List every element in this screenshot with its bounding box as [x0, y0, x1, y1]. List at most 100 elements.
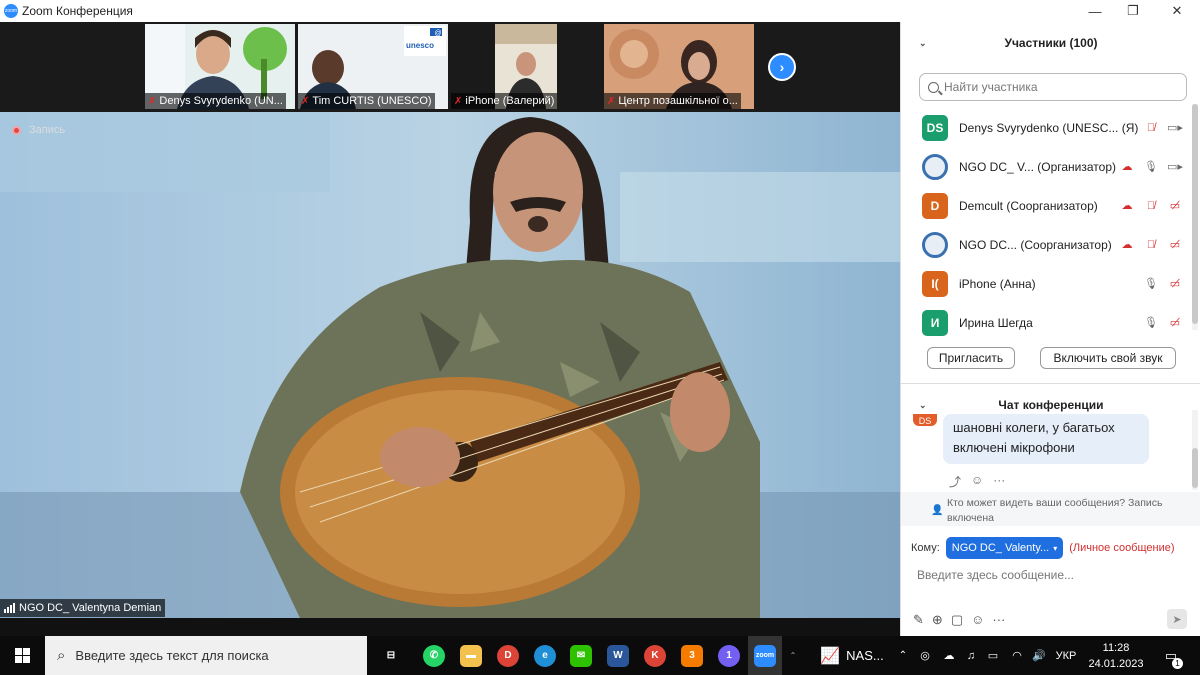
more-icon[interactable]: ···	[992, 612, 1005, 628]
task-view-icon[interactable]: ⊟	[378, 636, 404, 675]
start-button[interactable]	[0, 636, 45, 675]
chat-message: шановні колеги, у багатьох включені мікр…	[943, 414, 1149, 464]
mic-muted-icon[interactable]: 🎙̸	[1143, 238, 1159, 252]
avatar: D	[922, 192, 948, 219]
chat-message-input[interactable]: Введите здесь сообщение...	[917, 568, 1074, 582]
zoom-taskbar-icon[interactable]: zoom	[748, 636, 782, 675]
more-icon[interactable]: ···	[993, 473, 1005, 490]
avatar: I(	[922, 270, 948, 297]
participant-name: Demcult (Соорганизатор)	[959, 198, 1098, 213]
send-icon[interactable]: ➤	[1167, 609, 1187, 629]
maximize-button[interactable]: ❐	[1110, 0, 1156, 22]
participant-search-input[interactable]: Найти участника	[919, 73, 1187, 101]
recipient-dropdown[interactable]: NGO DC_ Valenty... ▾	[945, 537, 1064, 559]
recipient-row: Кому: NGO DC_ Valenty... ▾ (Личное сообщ…	[911, 537, 1175, 559]
mic-icon[interactable]: 🎙	[1143, 160, 1159, 174]
collapse-chevron-icon[interactable]: ⌄	[919, 38, 927, 49]
chat-title: Чат конференции	[998, 398, 1104, 412]
stock-widget[interactable]: 📈 NAS...	[814, 636, 890, 675]
video-camera-icon[interactable]: ▭▸	[1167, 121, 1183, 135]
mic-muted-icon[interactable]: 🎙̸	[1143, 199, 1159, 213]
thumbnail-video[interactable]: ✗ Центр позашкільної о...	[604, 24, 754, 109]
thumbnail-video[interactable]: ✗ Denys Svyrydenko (UN...	[145, 24, 295, 109]
reply-icon[interactable]: ⤴	[949, 473, 961, 490]
video-camera-icon[interactable]: ▭▸	[1167, 160, 1183, 174]
participant-row[interactable]: NGO DC_ V... (Организатор) ☁ 🎙 ▭▸	[901, 147, 1191, 186]
file-explorer-icon[interactable]: ▬	[458, 636, 484, 675]
unmute-self-button[interactable]: Включить свой звук	[1040, 347, 1176, 369]
windows-logo-icon	[15, 648, 30, 663]
avatar: DS	[913, 414, 937, 426]
avatar: И	[922, 309, 948, 336]
tray-expand-icon[interactable]: ⌃	[894, 636, 912, 675]
file-icon[interactable]: ▢	[951, 612, 963, 628]
avatar	[922, 153, 948, 180]
video-off-icon[interactable]: ▭̸	[1167, 238, 1183, 252]
close-button[interactable]: ✕	[1154, 0, 1200, 22]
participant-row[interactable]: I( iPhone (Анна) 🎙 ▭̸	[901, 264, 1191, 303]
video-off-icon[interactable]: ▭̸	[1167, 316, 1183, 330]
main-speaker-video	[0, 112, 900, 618]
invite-button[interactable]: Пригласить	[927, 347, 1015, 369]
headset-icon[interactable]: ♫	[960, 636, 982, 675]
chat-scrollbar[interactable]	[1192, 410, 1198, 490]
chrome-profile-k-icon[interactable]: K	[642, 636, 668, 675]
mic-muted-icon[interactable]: 🎙̸	[1143, 121, 1159, 135]
video-off-icon[interactable]: ▭̸	[1167, 277, 1183, 291]
right-side-panel: ⌄ Участники (100) Найти участника DS Den…	[900, 22, 1200, 636]
taskbar-search-input[interactable]: ⌕ Введите здесь текст для поиска	[45, 636, 367, 675]
participant-row[interactable]: DS Denys Svyrydenko (UNESC... (Я) 🎙̸ ▭▸	[901, 108, 1191, 147]
chat-visibility-notice: 👤 Кто может видеть ваши сообщения? Запис…	[901, 492, 1200, 526]
chat-toolbar: ✎ ⊕ ▢ ☺ ···	[913, 612, 1005, 628]
windows-taskbar: ⌕ Введите здесь текст для поиска ⊟ ✆ ▬ D…	[0, 636, 1200, 675]
onedrive-icon[interactable]: ☁	[938, 636, 960, 675]
participant-row[interactable]: D Demcult (Соорганизатор) ☁ 🎙̸ ▭̸	[901, 186, 1191, 225]
title-bar: zoom Zoom Конференция — ❐ ✕	[0, 0, 1200, 22]
screenshot-icon[interactable]: ⊕	[932, 612, 943, 628]
participant-name: NGO DC_ V... (Организатор)	[959, 159, 1117, 174]
participant-list: DS Denys Svyrydenko (UNESC... (Я) 🎙̸ ▭▸ …	[901, 108, 1191, 336]
to-label: Кому:	[911, 542, 940, 554]
volume-icon[interactable]: 🔊	[1028, 636, 1050, 675]
participant-row[interactable]: NGO DC... (Соорганизатор) ☁ 🎙̸ ▭̸	[901, 225, 1191, 264]
whatsapp-icon[interactable]: ✆	[421, 636, 447, 675]
video-off-icon[interactable]: ▭̸	[1167, 199, 1183, 213]
recording-indicator: Запись	[12, 124, 65, 136]
system-clock[interactable]: 11:28 24.01.2023	[1088, 640, 1144, 672]
taskbar-overflow-icon[interactable]: ⌃	[786, 636, 800, 675]
language-indicator[interactable]: УКР	[1052, 636, 1080, 675]
next-page-arrow-icon[interactable]: ›	[768, 53, 796, 81]
participant-name: NGO DC... (Соорганизатор)	[959, 237, 1112, 252]
participant-name: Denys Svyrydenko (UNESC... (Я)	[959, 120, 1139, 135]
mic-icon[interactable]: 🎙	[1143, 277, 1159, 291]
battery-icon[interactable]: ▭	[982, 636, 1004, 675]
video-area: ✗ Denys Svyrydenko (UN... @ unesco ✗ Tim…	[0, 22, 900, 618]
thumbnail-video[interactable]: @ unesco ✗ Tim CURTIS (UNESCO)	[298, 24, 448, 109]
participant-row[interactable]: И Ирина Шегда 🎙 ▭̸	[901, 303, 1191, 336]
notification-center[interactable]: ▭ 1	[1156, 636, 1186, 675]
edge-icon[interactable]: e	[532, 636, 558, 675]
mic-muted-icon: ✗	[607, 95, 616, 107]
viber-icon[interactable]: 1	[716, 636, 742, 675]
thumbnail-label: ✗ Центр позашкільної о...	[604, 93, 741, 109]
add-reaction-icon[interactable]: ☺	[971, 473, 983, 490]
emoji-icon[interactable]: ☺	[971, 612, 984, 628]
collapse-chevron-icon[interactable]: ⌄	[919, 400, 927, 411]
mic-icon[interactable]: 🎙	[1143, 316, 1159, 330]
search-icon: ⌕	[57, 647, 66, 664]
avatar: DS	[922, 114, 948, 141]
app-badge-3-icon[interactable]: 3	[679, 636, 705, 675]
unesco-logo-text: unesco	[406, 41, 434, 50]
thumbnail-label: ✗ Denys Svyrydenko (UN...	[145, 93, 286, 109]
wifi-icon[interactable]: ◠	[1006, 636, 1028, 675]
thumbnail-video[interactable]: ✗ iPhone (Валерий)	[451, 24, 601, 109]
participants-scrollbar[interactable]	[1192, 104, 1198, 330]
meet-now-icon[interactable]: ◎	[914, 636, 936, 675]
chrome-profile-d-icon[interactable]: D	[495, 636, 521, 675]
window-title: Zoom Конференция	[22, 4, 133, 18]
word-icon[interactable]: W	[605, 636, 631, 675]
format-icon[interactable]: ✎	[913, 612, 924, 628]
record-dot-icon	[12, 125, 21, 135]
wechat-icon[interactable]: ✉	[568, 636, 594, 675]
stock-chart-icon: 📈	[820, 647, 841, 665]
